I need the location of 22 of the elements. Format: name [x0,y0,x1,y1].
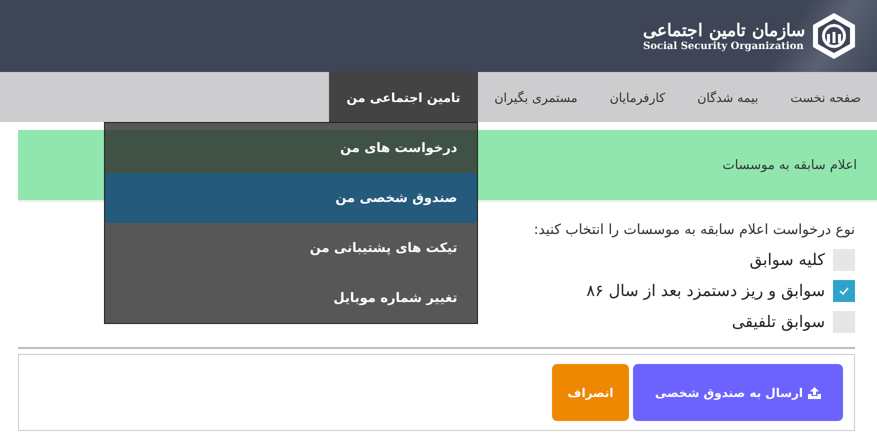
menu-item[interactable]: صندوق شخصی من [105,173,478,223]
check-icon [838,286,850,296]
organization-name: سازمان تامین اجتماعی [643,20,805,41]
menu-item[interactable]: درخواست های من [105,123,478,173]
option-label: سوابق تلفیقی [732,312,825,331]
option-label: کلیه سوابق [750,250,825,269]
checkbox[interactable] [833,280,855,302]
checkbox[interactable] [833,248,855,270]
page-title: اعلام سابقه به موسسات [722,158,857,172]
organization-subtitle: Social Security Organization [643,41,804,52]
nav-tab[interactable]: مستمری بگیران [478,72,594,122]
send-button[interactable]: ارسال به صندوق شخصی [633,364,843,421]
menu-item[interactable]: تیکت های پشتیبانی من [105,223,478,273]
nav-tab[interactable]: صفحه نخست [774,72,877,122]
nav-tab[interactable]: کارفرمایان [594,72,682,122]
nav-tab[interactable]: تامین اجتماعی من [328,72,478,122]
question-label: نوع درخواست اعلام سابقه به موسسات را انتخاب کنید: [534,222,855,238]
nav-tab[interactable]: بیمه شدگان [681,72,774,122]
menu-item[interactable]: تغییر شماره موبایل [105,273,478,323]
option-label: سوابق و ریز دستمزد بعد از سال ۸۶ [586,281,825,300]
upload-icon [808,386,822,398]
checkbox[interactable] [833,310,855,332]
